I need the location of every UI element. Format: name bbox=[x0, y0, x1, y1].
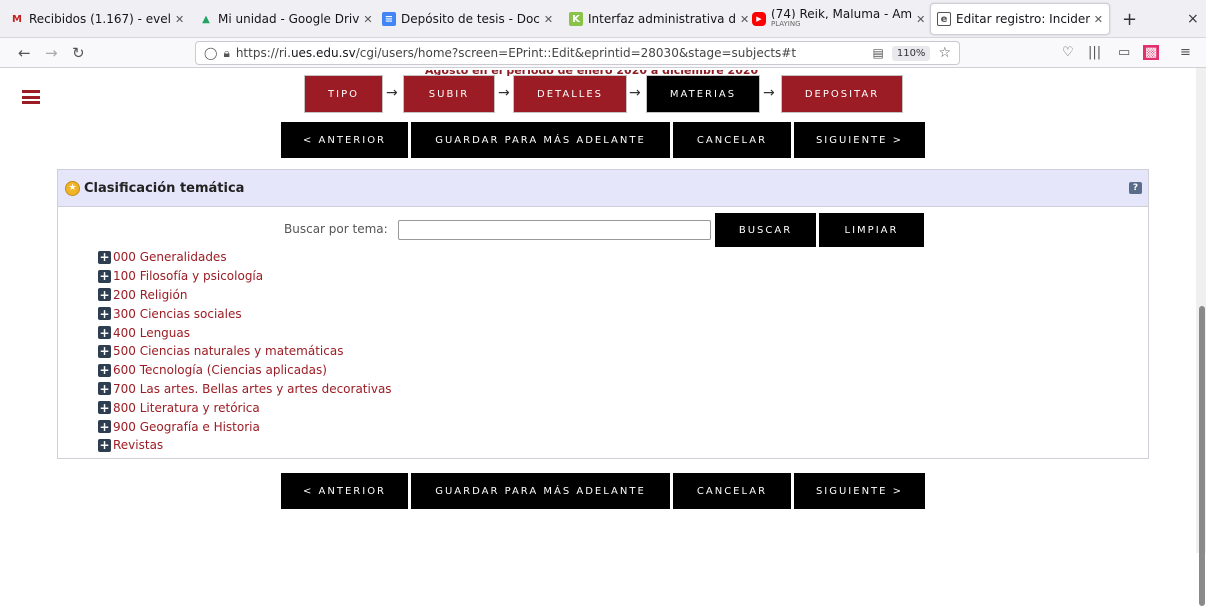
next-button[interactable]: SIGUIENTE > bbox=[794, 122, 925, 158]
expand-plus-icon[interactable]: + bbox=[98, 269, 111, 283]
browser-tab-bar: M Recibidos (1.167) - evel ✕ ▲ Mi unidad… bbox=[0, 0, 1206, 38]
arrow-right-icon: → bbox=[386, 85, 398, 101]
hamburger-menu-icon[interactable] bbox=[22, 90, 40, 104]
subject-item[interactable]: +300 Ciencias sociales bbox=[98, 304, 392, 323]
tab-docs[interactable]: ≡ Depósito de tesis - Doc ✕ bbox=[382, 3, 553, 35]
reader-icon[interactable]: ▭ bbox=[1118, 45, 1130, 60]
help-icon[interactable]: ? bbox=[1129, 182, 1142, 194]
subject-item[interactable]: +900 Geografía e Historia bbox=[98, 417, 392, 436]
subject-item[interactable]: +400 Lenguas bbox=[98, 323, 392, 342]
tab-drive[interactable]: ▲ Mi unidad - Google Driv ✕ bbox=[199, 3, 372, 35]
stage-tipo[interactable]: TIPO bbox=[304, 75, 383, 113]
browser-nav-bar: ← → ↻ ◯ 🔒︎ https://ri.ues.edu.sv/cgi/use… bbox=[0, 38, 1206, 68]
stage-materias[interactable]: MATERIAS bbox=[646, 75, 760, 113]
subject-item[interactable]: +200 Religión bbox=[98, 286, 392, 305]
save-for-later-button[interactable]: GUARDAR PARA MÁS ADELANTE bbox=[411, 473, 670, 509]
close-tab-icon[interactable]: ✕ bbox=[1094, 13, 1103, 26]
url-bar[interactable]: ◯ 🔒︎ https://ri.ues.edu.sv/cgi/users/hom… bbox=[195, 41, 960, 65]
url-text[interactable]: https://ri.ues.edu.sv/cgi/users/home?scr… bbox=[236, 46, 873, 60]
forward-arrow-icon[interactable]: → bbox=[45, 44, 58, 62]
next-button[interactable]: SIGUIENTE > bbox=[794, 473, 925, 509]
expand-plus-icon[interactable]: + bbox=[98, 288, 111, 302]
subject-item[interactable]: +800 Literatura y retórica bbox=[98, 398, 392, 417]
reload-icon[interactable]: ↻ bbox=[72, 44, 85, 62]
subject-item[interactable]: +600 Tecnología (Ciencias aplicadas) bbox=[98, 361, 392, 380]
library-icon[interactable]: ||| bbox=[1088, 45, 1101, 60]
close-window-button[interactable]: × bbox=[1187, 11, 1199, 27]
bookmark-star-icon[interactable]: ☆ bbox=[938, 45, 951, 61]
expand-plus-icon[interactable]: + bbox=[98, 344, 111, 358]
arrow-right-icon: → bbox=[629, 85, 641, 101]
expand-plus-icon[interactable]: + bbox=[98, 326, 111, 340]
subject-search-input[interactable] bbox=[398, 220, 711, 240]
subject-item[interactable]: +000 Generalidades bbox=[98, 248, 392, 267]
expand-plus-icon[interactable]: + bbox=[98, 307, 111, 321]
shield-icon[interactable]: ◯ bbox=[204, 46, 217, 60]
close-tab-icon[interactable]: ✕ bbox=[916, 13, 925, 26]
menu-icon[interactable]: ≡ bbox=[1180, 45, 1191, 60]
close-tab-icon[interactable]: ✕ bbox=[544, 13, 553, 26]
subject-classification-panel: ★ Clasificación temática ? Buscar por te… bbox=[57, 169, 1149, 459]
tab-admin[interactable]: K Interfaz administrativa d ✕ bbox=[569, 3, 749, 35]
expand-plus-icon[interactable]: + bbox=[98, 382, 111, 396]
lock-icon[interactable]: 🔒︎ bbox=[223, 46, 229, 61]
expand-plus-icon[interactable]: + bbox=[98, 363, 111, 377]
clear-button[interactable]: LIMPIAR bbox=[819, 213, 924, 247]
scrollbar-thumb[interactable] bbox=[1199, 306, 1205, 606]
star-badge-icon: ★ bbox=[65, 180, 80, 196]
back-arrow-icon[interactable]: ← bbox=[18, 44, 31, 62]
pocket-icon[interactable]: ♡ bbox=[1062, 45, 1074, 60]
reader-view-icon[interactable]: ▤ bbox=[873, 46, 884, 60]
new-tab-button[interactable]: + bbox=[1122, 9, 1137, 30]
tab-editar-registro[interactable]: e Editar registro: Incidenc ✕ bbox=[930, 3, 1110, 35]
search-button[interactable]: BUSCAR bbox=[715, 213, 816, 247]
subject-item[interactable]: +700 Las artes. Bellas artes y artes dec… bbox=[98, 380, 392, 399]
subject-item[interactable]: +100 Filosofía y psicología bbox=[98, 267, 392, 286]
close-tab-icon[interactable]: ✕ bbox=[740, 13, 749, 26]
arrow-right-icon: → bbox=[763, 85, 775, 101]
youtube-icon: ▶ bbox=[752, 12, 766, 26]
previous-button[interactable]: < ANTERIOR bbox=[281, 473, 408, 509]
search-label: Buscar por tema: bbox=[284, 222, 388, 236]
previous-button[interactable]: < ANTERIOR bbox=[281, 122, 408, 158]
close-tab-icon[interactable]: ✕ bbox=[363, 13, 372, 26]
docs-icon: ≡ bbox=[382, 12, 396, 26]
stage-detalles[interactable]: DETALLES bbox=[513, 75, 627, 113]
cancel-button[interactable]: CANCELAR bbox=[673, 473, 791, 509]
page-icon: e bbox=[937, 12, 951, 26]
expand-plus-icon[interactable]: + bbox=[98, 401, 111, 415]
close-tab-icon[interactable]: ✕ bbox=[175, 13, 184, 26]
panel-title: Clasificación temática bbox=[84, 180, 245, 196]
arrow-right-icon: → bbox=[498, 85, 510, 101]
extension-icon[interactable]: ▩ bbox=[1143, 45, 1160, 60]
stage-depositar[interactable]: DEPOSITAR bbox=[781, 75, 903, 113]
subject-item[interactable]: + Revistas bbox=[98, 436, 392, 455]
tab-youtube[interactable]: ▶ (74) Reik, Maluma - Am PLAYING ✕ bbox=[752, 3, 925, 35]
stage-subir[interactable]: SUBIR bbox=[403, 75, 495, 113]
k-icon: K bbox=[569, 12, 583, 26]
page-scrollbar[interactable] bbox=[1196, 68, 1206, 606]
page-content: Agosto en el periodo de enero 2020 a dic… bbox=[0, 68, 1206, 553]
panel-header: ★ Clasificación temática ? bbox=[58, 170, 1148, 207]
save-for-later-button[interactable]: GUARDAR PARA MÁS ADELANTE bbox=[411, 122, 670, 158]
drive-icon: ▲ bbox=[202, 13, 210, 25]
expand-plus-icon[interactable]: + bbox=[98, 250, 111, 264]
subject-item[interactable]: +500 Ciencias naturales y matemáticas bbox=[98, 342, 392, 361]
cancel-button[interactable]: CANCELAR bbox=[673, 122, 791, 158]
gmail-icon: M bbox=[12, 13, 22, 25]
expand-plus-icon[interactable]: + bbox=[98, 438, 111, 452]
expand-plus-icon[interactable]: + bbox=[98, 420, 111, 434]
zoom-level[interactable]: 110% bbox=[891, 45, 931, 61]
tab-gmail[interactable]: M Recibidos (1.167) - evel ✕ bbox=[10, 3, 184, 35]
subject-tree: +000 Generalidades +100 Filosofía y psic… bbox=[98, 248, 392, 455]
